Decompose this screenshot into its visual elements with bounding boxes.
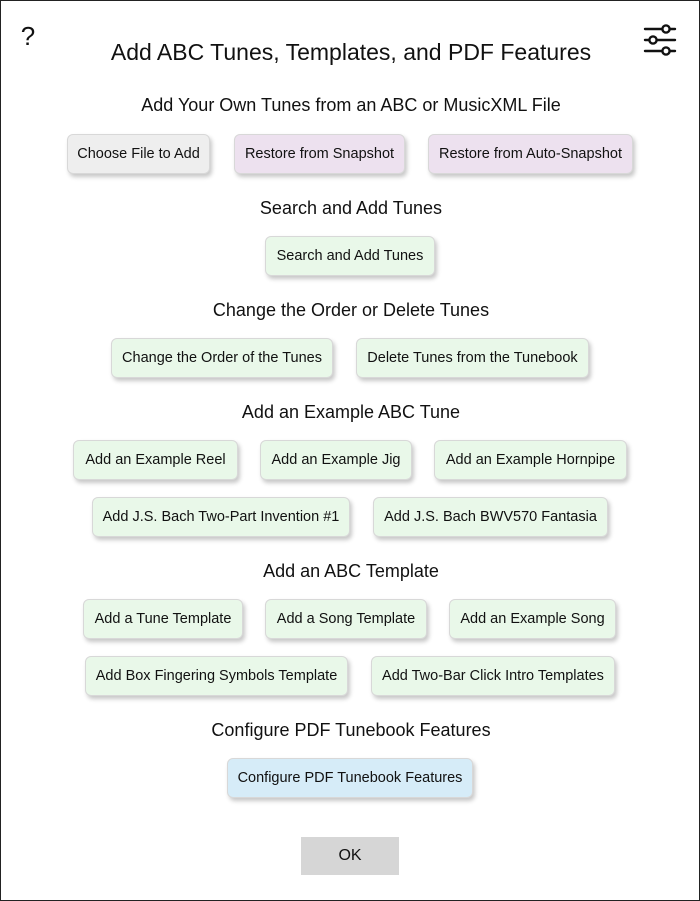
change-order-button[interactable]: Change the Order of the Tunes — [111, 338, 333, 378]
configure-pdf-features-button[interactable]: Configure PDF Tunebook Features — [227, 758, 473, 798]
add-example-jig-button[interactable]: Add an Example Jig — [260, 440, 412, 480]
section-heading-search: Search and Add Tunes — [259, 198, 443, 218]
add-example-song-button[interactable]: Add an Example Song — [449, 599, 616, 639]
section-heading-templates: Add an ABC Template — [263, 561, 439, 581]
add-example-hornpipe-button[interactable]: Add an Example Hornpipe — [434, 440, 627, 480]
section-heading-pdf: Configure PDF Tunebook Features — [211, 720, 491, 740]
add-tunes-dialog: ? Add ABC Tunes, Templates, and PDF Feat… — [0, 0, 700, 901]
restore-snapshot-button[interactable]: Restore from Snapshot — [234, 134, 405, 174]
ok-button[interactable]: OK — [301, 837, 399, 875]
add-bach-invention-button[interactable]: Add J.S. Bach Two-Part Invention #1 — [92, 497, 350, 537]
delete-tunes-button[interactable]: Delete Tunes from the Tunebook — [356, 338, 589, 378]
add-box-fingering-template-button[interactable]: Add Box Fingering Symbols Template — [85, 656, 348, 696]
section-heading-examples: Add an Example ABC Tune — [241, 402, 461, 422]
add-bach-fantasia-button[interactable]: Add J.S. Bach BWV570 Fantasia — [373, 497, 608, 537]
section-heading-order: Change the Order or Delete Tunes — [212, 300, 490, 320]
add-click-intro-templates-button[interactable]: Add Two-Bar Click Intro Templates — [371, 656, 615, 696]
add-example-reel-button[interactable]: Add an Example Reel — [73, 440, 238, 480]
search-add-tunes-button[interactable]: Search and Add Tunes — [265, 236, 435, 276]
choose-file-button[interactable]: Choose File to Add — [67, 134, 210, 174]
add-song-template-button[interactable]: Add a Song Template — [265, 599, 427, 639]
add-tune-template-button[interactable]: Add a Tune Template — [83, 599, 243, 639]
dialog-title: Add ABC Tunes, Templates, and PDF Featur… — [110, 39, 592, 65]
restore-auto-snapshot-button[interactable]: Restore from Auto-Snapshot — [428, 134, 633, 174]
section-heading-own-files: Add Your Own Tunes from an ABC or MusicX… — [141, 95, 561, 115]
